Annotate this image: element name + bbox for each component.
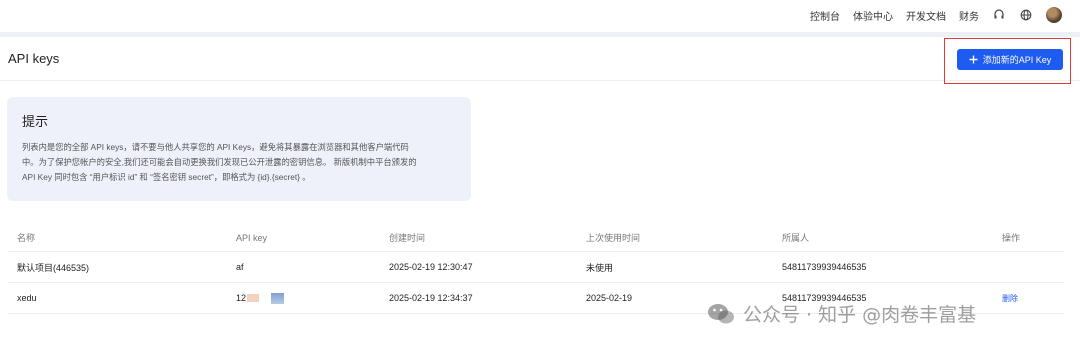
column-header-owner: 所属人 xyxy=(782,233,810,243)
header-divider xyxy=(0,32,1080,37)
tip-line: 列表内是您的全部 API keys，请不要与他人共享您的 API Keys，避免… xyxy=(22,142,409,152)
tip-text: 列表内是您的全部 API keys，请不要与他人共享您的 API Keys，避免… xyxy=(22,140,456,185)
title-underline xyxy=(0,80,1080,81)
add-api-key-label: 添加新的API Key xyxy=(982,55,1052,65)
row-created: 2025-02-19 12:30:47 xyxy=(389,262,473,272)
row-name: 默认项目(446535) xyxy=(17,262,90,273)
delete-key-link[interactable]: 删除 xyxy=(1002,283,1018,313)
tip-panel: 提示 列表内是您的全部 API keys，请不要与他人共享您的 API Keys… xyxy=(7,97,471,201)
avatar[interactable] xyxy=(1046,7,1062,23)
nav-console[interactable]: 控制台 xyxy=(810,8,840,23)
watermark-text: 公众号 · 知乎 @肉卷丰富基 xyxy=(743,304,977,326)
column-header-created: 创建时间 xyxy=(389,233,426,243)
table-header: 名称 API key 创建时间 上次使用时间 所属人 操作 xyxy=(8,224,1064,252)
copy-key-icon[interactable] xyxy=(271,292,285,304)
row-api-key: 12 xyxy=(236,293,247,303)
row-name: xedu xyxy=(17,293,37,303)
page-title: API keys xyxy=(8,51,60,66)
tip-line: API Key 同时包含 “用户标识 id” 和 “签名密钥 secret”，即… xyxy=(22,172,311,182)
tip-line: 中。为了保护您帐户的安全,我们还可能会自动更换我们发现已公开泄露的密钥信息。 新… xyxy=(22,157,417,167)
plus-icon xyxy=(969,55,978,64)
top-nav: 控制台 体验中心 开发文档 财务 xyxy=(810,7,1062,23)
nav-finance[interactable]: 财务 xyxy=(959,8,979,23)
column-header-action: 操作 xyxy=(1002,233,1021,243)
table-row: 默认项目(446535) af 2025-02-19 12:30:47 未使用 … xyxy=(8,252,1064,283)
nav-experience-center[interactable]: 体验中心 xyxy=(853,8,893,23)
top-bar: 控制台 体验中心 开发文档 财务 xyxy=(0,0,1080,32)
row-created: 2025-02-19 12:34:37 xyxy=(389,293,473,303)
globe-icon[interactable] xyxy=(1019,8,1033,22)
add-api-key-button[interactable]: 添加新的API Key xyxy=(957,49,1063,70)
row-last-used: 未使用 xyxy=(586,262,614,273)
tip-title: 提示 xyxy=(22,114,49,129)
add-key-highlight: 添加新的API Key xyxy=(944,38,1071,84)
row-api-key-cell[interactable]: 12 xyxy=(236,283,285,313)
column-header-api-key: API key xyxy=(236,232,268,243)
nav-dev-docs[interactable]: 开发文档 xyxy=(906,8,946,23)
redacted-key-blur xyxy=(247,294,260,302)
column-header-last-used: 上次使用时间 xyxy=(586,233,641,243)
row-owner: 54811739939446535 xyxy=(782,262,867,272)
wechat-icon xyxy=(708,303,734,323)
headset-icon[interactable] xyxy=(992,8,1006,22)
column-header-name: 名称 xyxy=(17,233,36,243)
row-last-used: 2025-02-19 xyxy=(586,293,633,303)
watermark: 公众号 · 知乎 @肉卷丰富基 xyxy=(707,300,976,327)
row-api-key[interactable]: af xyxy=(236,252,244,282)
